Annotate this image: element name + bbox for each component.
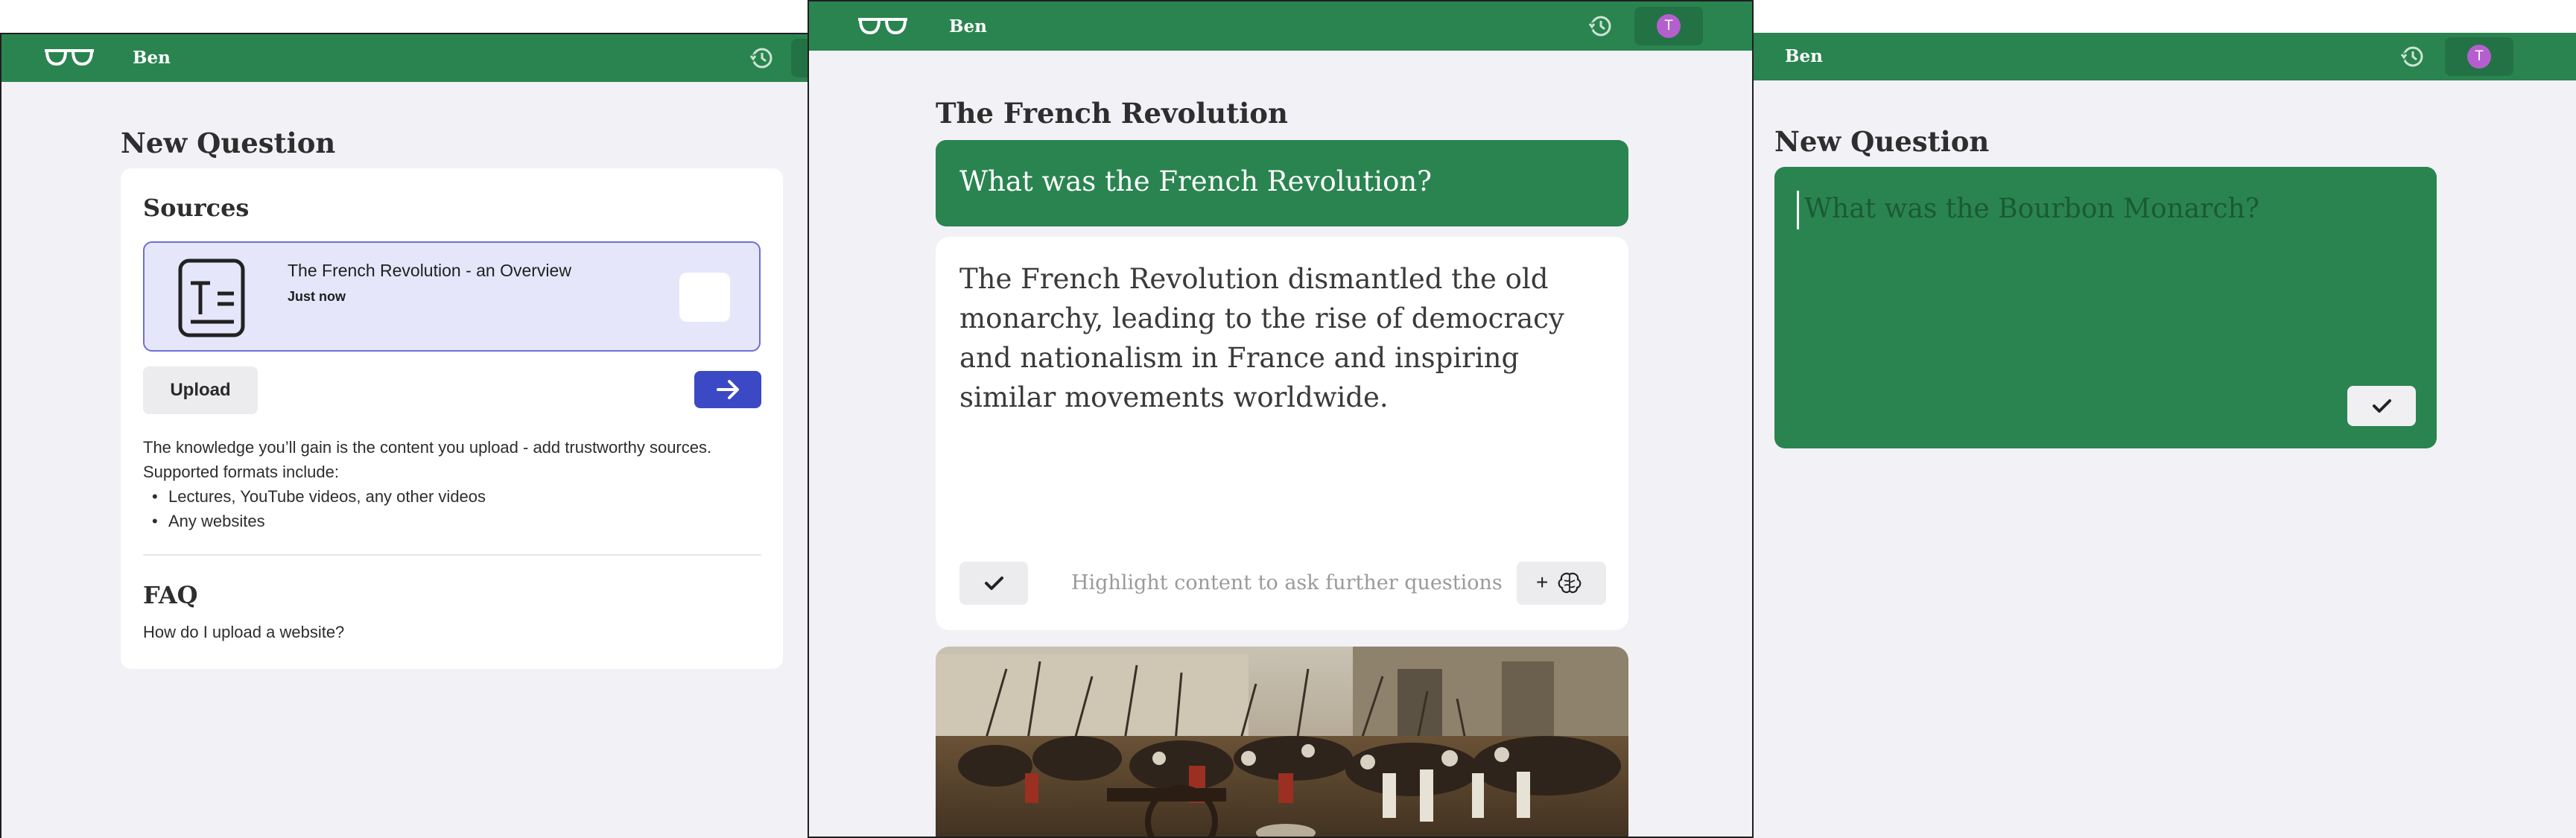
top-bar: Ben [1,34,808,82]
list-item: Lectures, YouTube videos, any other vide… [143,484,486,509]
submit-question-button[interactable] [2347,386,2416,426]
left-screen: Ben New Question Sources The French Revo… [0,33,808,838]
avatar: T [2467,45,2491,69]
top-bar: Ben T [809,1,1752,51]
answer-card: The French Revolution dismantled the old… [936,237,1628,630]
add-brain-button[interactable]: + [1517,562,1606,605]
topic-title: The French Revolution [936,97,1288,130]
page-title: New Question [1774,125,1990,158]
painting-illustration [936,647,1628,837]
sources-title: Sources [143,194,250,222]
question-text: What was the French Revolution? [959,165,1433,197]
avatar: T [1657,14,1681,38]
divider [143,554,761,556]
history-icon[interactable] [748,45,775,72]
question-compose-card[interactable]: What was the Bourbon Monarch? [1774,167,2437,448]
right-screen: Ben T New Question What was the Bourbon … [1752,33,2576,838]
arrow-right-icon [717,380,739,399]
sources-card: Sources The French Revolution - an Overv… [121,168,783,669]
help-text: The knowledge you’ll gain is the content… [143,438,712,481]
top-bar: Ben T [1752,33,2576,80]
source-title: The French Revolution - an Overview [288,261,571,280]
question-banner: What was the French Revolution? [936,140,1628,226]
list-item: Any websites [143,509,486,533]
faq-title: FAQ [143,581,198,609]
question-input[interactable]: What was the Bourbon Monarch? [1804,194,2259,224]
check-icon [2373,399,2391,413]
account-pill[interactable] [791,39,808,77]
faq-question-link[interactable]: How do I upload a website? [143,623,344,642]
center-screen: Ben T The French Revolution What was the… [808,0,1754,838]
revolution-painting-image [936,647,1628,837]
mark-understood-button[interactable] [959,562,1028,605]
highlight-hint: Highlight content to ask further questio… [1071,571,1503,594]
next-button[interactable] [694,371,761,408]
brain-icon [1558,572,1582,594]
account-pill[interactable]: T [1634,7,1703,45]
upload-button[interactable]: Upload [143,366,258,414]
formats-list: Lectures, YouTube videos, any other vide… [143,484,486,533]
glasses-icon[interactable] [857,15,909,37]
source-item[interactable]: The French Revolution - an Overview Just… [143,241,761,352]
page-title: New Question [121,127,336,159]
brand-name: Ben [133,48,171,68]
history-icon[interactable] [2399,43,2426,70]
history-icon[interactable] [1587,13,1614,39]
check-icon [985,577,1003,590]
answer-text[interactable]: The French Revolution dismantled the old… [959,259,1608,417]
glasses-icon[interactable] [43,46,95,69]
plus-label: + [1536,571,1549,594]
text-cursor [1797,191,1799,229]
account-pill[interactable]: T [2445,37,2513,76]
source-action-button[interactable] [679,273,730,322]
source-timestamp: Just now [288,289,346,304]
brand-name: Ben [1785,46,1823,66]
document-icon [178,258,245,337]
brand-name: Ben [949,16,987,36]
